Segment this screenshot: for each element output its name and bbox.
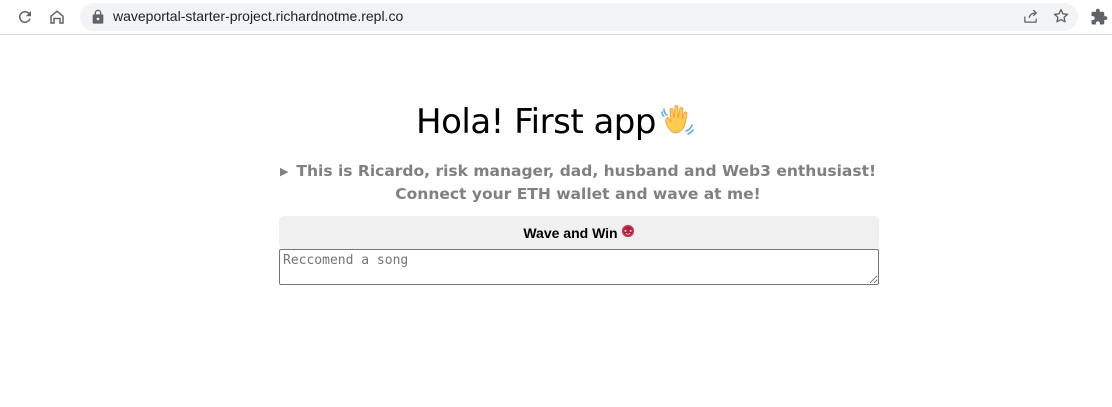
song-input[interactable]	[279, 249, 879, 285]
disclosure-triangle-icon[interactable]: ▶	[280, 165, 288, 178]
address-bar[interactable]: waveportal-starter-project.richardnotme.…	[80, 3, 1078, 31]
bio-summary[interactable]: ▶ This is Ricardo, risk manager, dad, hus…	[278, 160, 878, 205]
url-text[interactable]: waveportal-starter-project.richardnotme.…	[113, 8, 403, 24]
browser-toolbar: waveportal-starter-project.richardnotme.…	[0, 0, 1112, 35]
share-button[interactable]	[1018, 4, 1042, 28]
home-icon	[50, 10, 64, 24]
page-title-text: Hola! First app	[416, 102, 656, 142]
star-struck-face-svg	[621, 224, 634, 238]
page-title: Hola! First app	[0, 101, 1112, 146]
reload-button[interactable]	[12, 4, 38, 30]
lock-icon[interactable]	[90, 9, 106, 25]
reload-icon	[18, 10, 31, 23]
page-content: Hola! First app ▶ This is Ricardo, risk m…	[0, 35, 1112, 407]
bio-text: This is Ricardo, risk manager, dad, husb…	[296, 162, 877, 203]
puzzle-icon	[1091, 8, 1108, 25]
wave-button[interactable]: Wave and Win	[279, 216, 879, 249]
extensions-button[interactable]	[1086, 4, 1112, 30]
star-icon	[1053, 8, 1069, 23]
wave-button-label: Wave and Win	[523, 224, 618, 241]
share-icon	[1023, 9, 1037, 23]
waving-hand-svg	[661, 105, 694, 135]
bookmark-button[interactable]	[1049, 4, 1073, 28]
star-struck-face-icon	[621, 224, 635, 241]
waving-hand-icon	[660, 101, 696, 146]
home-button[interactable]	[44, 4, 70, 30]
